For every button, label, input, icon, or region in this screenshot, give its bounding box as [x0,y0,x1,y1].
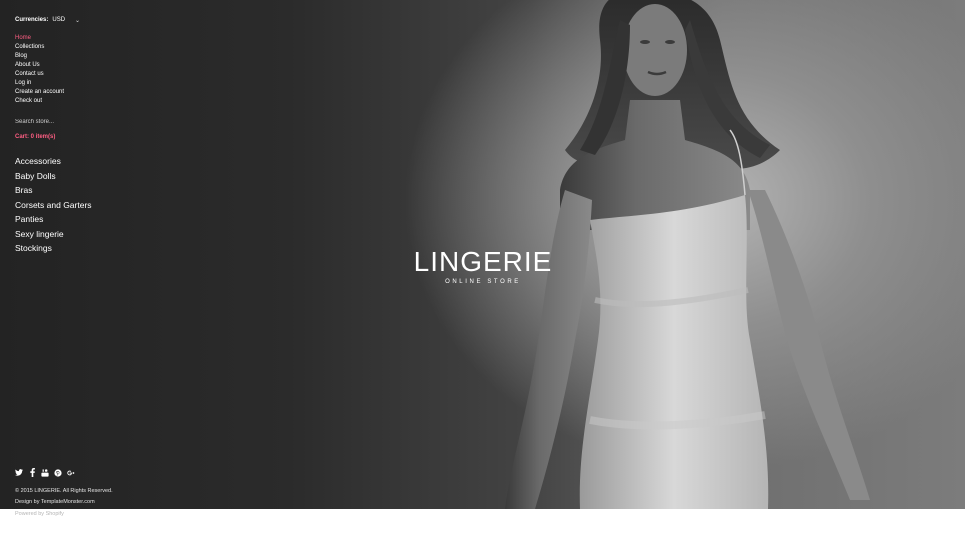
nav-item-home[interactable]: Home [15,34,165,43]
powered-by-link[interactable]: Powered by Shopify [15,511,64,517]
category-sexy-lingerie[interactable]: Sexy lingerie [15,227,165,242]
nav-item-create-account[interactable]: Create an account [15,88,165,97]
facebook-icon[interactable] [28,468,36,477]
category-corsets-and-garters[interactable]: Corsets and Garters [15,198,165,213]
category-stockings[interactable]: Stockings [15,241,165,256]
search-input[interactable] [15,117,125,127]
category-panties[interactable]: Panties [15,212,165,227]
copyright-text: © 2015 LINGERIE. All Rights Reserved. [15,488,113,494]
cart-link[interactable]: Cart: 0 item(s) [15,134,165,144]
category-accessories[interactable]: Accessories [15,154,165,169]
design-credit: Design by TemplateMonster.com [15,499,95,505]
design-credit-prefix: Design by [15,499,41,505]
nav-item-blog[interactable]: Blog [15,52,165,61]
nav-item-check-out[interactable]: Check out [15,97,165,106]
youtube-icon[interactable] [41,468,49,477]
chevron-down-icon: ⌄ [75,17,80,24]
category-nav: Accessories Baby Dolls Bras Corsets and … [15,154,165,256]
design-credit-link[interactable]: TemplateMonster.com [41,499,95,505]
logo-subtitle: ONLINE STORE [383,279,583,285]
sidebar: Currencies: USD ⌄ Home Collections Blog … [15,14,165,256]
category-bras[interactable]: Bras [15,183,165,198]
nav-item-collections[interactable]: Collections [15,43,165,52]
pinterest-icon[interactable] [54,468,62,477]
logo-title: LINGERIE [383,247,583,277]
store-logo[interactable]: LINGERIE ONLINE STORE [383,247,583,285]
currency-label: Currencies: [15,17,48,23]
nav-item-about-us[interactable]: About Us [15,61,165,70]
currency-select[interactable]: USD ⌄ [52,17,80,24]
page: Currencies: USD ⌄ Home Collections Blog … [0,0,965,534]
nav-item-contact-us[interactable]: Contact us [15,70,165,79]
nav-item-log-in[interactable]: Log in [15,79,165,88]
currency-switcher: Currencies: USD ⌄ [15,14,165,26]
google-plus-icon[interactable] [67,468,75,477]
twitter-icon[interactable] [15,468,23,477]
social-links [15,468,75,477]
currency-value: USD [52,17,65,23]
top-nav: Home Collections Blog About Us Contact u… [15,34,165,106]
category-baby-dolls[interactable]: Baby Dolls [15,169,165,184]
